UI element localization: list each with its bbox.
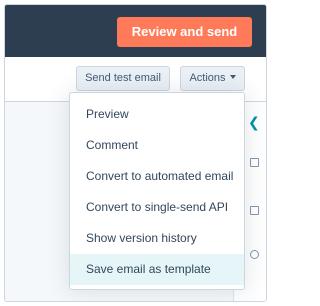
menu-item-comment[interactable]: Comment (70, 130, 244, 161)
actions-dropdown-button[interactable]: Actions (180, 66, 245, 91)
menu-item-save-email-as-template[interactable]: Save email as template (70, 254, 244, 285)
menu-item-convert-to-automated-email[interactable]: Convert to automated email (70, 161, 244, 192)
document-icon[interactable] (250, 206, 259, 215)
chevron-left-icon[interactable]: ❮ (248, 115, 260, 129)
settings-icon[interactable] (250, 250, 259, 259)
caret-down-icon (229, 75, 236, 80)
menu-item-show-version-history[interactable]: Show version history (70, 223, 244, 254)
review-and-send-button[interactable]: Review and send (117, 17, 252, 47)
menu-item-preview[interactable]: Preview (70, 99, 244, 130)
send-test-email-button[interactable]: Send test email (76, 66, 170, 91)
actions-label: Actions (189, 72, 226, 84)
menu-item-convert-to-single-send-api[interactable]: Convert to single-send API (70, 192, 244, 223)
top-navigation-bar: Review and send (5, 5, 266, 57)
email-editor-window: Review and send Send test email Actions … (4, 4, 267, 302)
actions-dropdown-menu: Preview Comment Convert to automated ema… (69, 92, 245, 290)
module-icon[interactable] (250, 158, 259, 167)
